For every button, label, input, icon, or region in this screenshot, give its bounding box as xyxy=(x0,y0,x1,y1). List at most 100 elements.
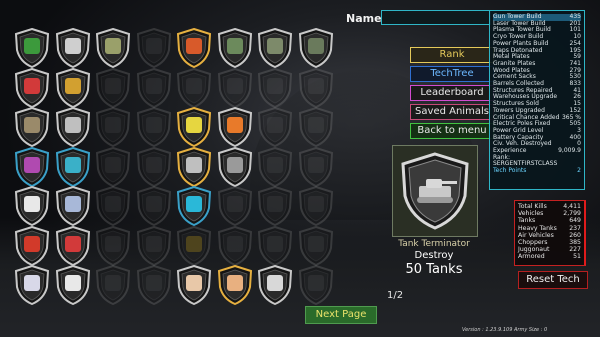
achievement-badge[interactable] xyxy=(257,67,293,108)
achievement-badge[interactable] xyxy=(217,186,253,226)
achievement-badge[interactable] xyxy=(176,67,212,108)
achievement-badge[interactable] xyxy=(217,67,253,108)
achievement-badge[interactable] xyxy=(95,67,131,108)
tech-points-row: Tech Points 2 xyxy=(493,167,581,175)
achievement-badge[interactable] xyxy=(95,107,131,147)
kill-row: Juggonaut 227 xyxy=(518,246,581,253)
locked-icon xyxy=(105,196,121,212)
menu-button-rank[interactable]: Rank xyxy=(410,47,494,63)
rocket-icon xyxy=(186,38,202,54)
achievement-badge[interactable] xyxy=(176,28,212,68)
paper-plane-icon xyxy=(24,196,40,212)
virus-icon xyxy=(64,156,81,173)
achievement-badge[interactable] xyxy=(14,225,50,266)
locked-icon xyxy=(145,38,162,54)
achievement-badge[interactable] xyxy=(176,146,212,187)
achievement-badge[interactable] xyxy=(217,146,253,187)
achievement-badge[interactable] xyxy=(217,107,253,147)
kill-label: Juggonaut xyxy=(518,246,550,254)
kill-value: 227 xyxy=(569,246,581,254)
achievement-badge[interactable] xyxy=(95,265,131,305)
achievement-badge[interactable] xyxy=(176,186,212,226)
tank-icon xyxy=(307,38,324,54)
granite-icon xyxy=(267,275,283,291)
achievement-badge[interactable] xyxy=(14,146,50,187)
achievement-badge[interactable] xyxy=(257,28,293,68)
locked-icon xyxy=(145,77,162,94)
achievement-badge[interactable] xyxy=(257,186,293,226)
stat-value: 9,009.9 xyxy=(558,147,581,155)
achievement-badge[interactable] xyxy=(14,28,50,68)
locked-icon xyxy=(267,77,283,94)
achievement-badge[interactable] xyxy=(136,265,172,305)
laser-icon xyxy=(186,117,202,133)
achievement-badge[interactable] xyxy=(95,225,131,266)
achievement-badge[interactable] xyxy=(14,265,50,305)
achievement-badge[interactable] xyxy=(298,225,334,266)
plate-icon xyxy=(24,275,40,291)
achievement-badge[interactable] xyxy=(14,67,50,108)
achievement-badge[interactable] xyxy=(14,107,50,147)
reset-tech-button[interactable]: Reset Tech xyxy=(518,271,588,289)
achievement-badge[interactable] xyxy=(55,146,91,187)
jet-icon xyxy=(64,196,81,212)
tech-points-value: 2 xyxy=(577,167,581,175)
achievement-badge[interactable] xyxy=(95,186,131,226)
kill-label: Heavy Tanks xyxy=(518,224,557,232)
achievement-badge[interactable] xyxy=(55,225,91,266)
achievement-badge[interactable] xyxy=(136,28,172,68)
locked-icon xyxy=(267,156,283,173)
virus-icon xyxy=(24,156,40,173)
menu-button-leaderboard[interactable]: Leaderboard xyxy=(410,85,494,101)
achievement-badge[interactable] xyxy=(257,146,293,187)
achievement-grid xyxy=(14,28,338,328)
achievement-badge[interactable] xyxy=(136,107,172,147)
achievement-badge[interactable] xyxy=(217,225,253,266)
achievement-badge[interactable] xyxy=(176,107,212,147)
menu-button-techtree[interactable]: TechTree xyxy=(410,66,494,82)
achievement-badge[interactable] xyxy=(257,225,293,266)
name-input[interactable] xyxy=(381,10,491,25)
boot-icon xyxy=(186,156,202,173)
achievement-badge[interactable] xyxy=(217,265,253,305)
achievement-badge[interactable] xyxy=(55,107,91,147)
achievement-badge[interactable] xyxy=(298,107,334,147)
achievement-badge[interactable] xyxy=(257,265,293,305)
menu-button-saved-animals[interactable]: Saved Animals xyxy=(410,104,494,120)
achievement-badge[interactable] xyxy=(298,146,334,187)
cage-icon xyxy=(64,117,81,133)
achievement-badge[interactable] xyxy=(176,225,212,266)
achievement-badge[interactable] xyxy=(217,28,253,68)
achievement-badge[interactable] xyxy=(298,28,334,68)
achievement-badge[interactable] xyxy=(95,28,131,68)
locked-icon xyxy=(307,77,324,94)
helicopter-icon xyxy=(24,77,40,94)
locked-icon xyxy=(307,156,324,173)
locked-icon xyxy=(307,196,324,212)
achievement-badge[interactable] xyxy=(55,186,91,226)
achievement-badge[interactable] xyxy=(136,225,172,266)
achievement-badge[interactable] xyxy=(136,146,172,187)
locked-icon xyxy=(307,235,324,252)
achievement-badge[interactable] xyxy=(14,186,50,226)
kill-row: Tanks 649 xyxy=(518,217,581,224)
achievement-badge[interactable] xyxy=(55,28,91,68)
achievement-badge[interactable] xyxy=(55,265,91,305)
achievement-badge[interactable] xyxy=(136,67,172,108)
achievement-badge[interactable] xyxy=(95,146,131,187)
achievement-badge[interactable] xyxy=(298,67,334,108)
achievement-badge[interactable] xyxy=(298,186,334,226)
kill-value: 51 xyxy=(573,253,581,261)
kill-label: Total Kills xyxy=(518,203,547,210)
achievement-title: Tank Terminator xyxy=(398,239,470,249)
achievement-badge[interactable] xyxy=(176,265,212,305)
menu-button-back-to-menu[interactable]: Back to menu xyxy=(410,123,494,139)
achievement-badge[interactable] xyxy=(55,67,91,108)
kill-row: Heavy Tanks 237 xyxy=(518,225,581,232)
next-page-button[interactable]: Next Page xyxy=(305,306,377,324)
achievement-badge[interactable] xyxy=(257,107,293,147)
achievement-badge[interactable] xyxy=(298,265,334,305)
achievement-badge[interactable] xyxy=(136,186,172,226)
penguin-icon xyxy=(186,196,202,212)
kills-panel: Total Kills 4,411 Vehicles 2,799 Tanks 649 Hea… xyxy=(514,200,586,266)
